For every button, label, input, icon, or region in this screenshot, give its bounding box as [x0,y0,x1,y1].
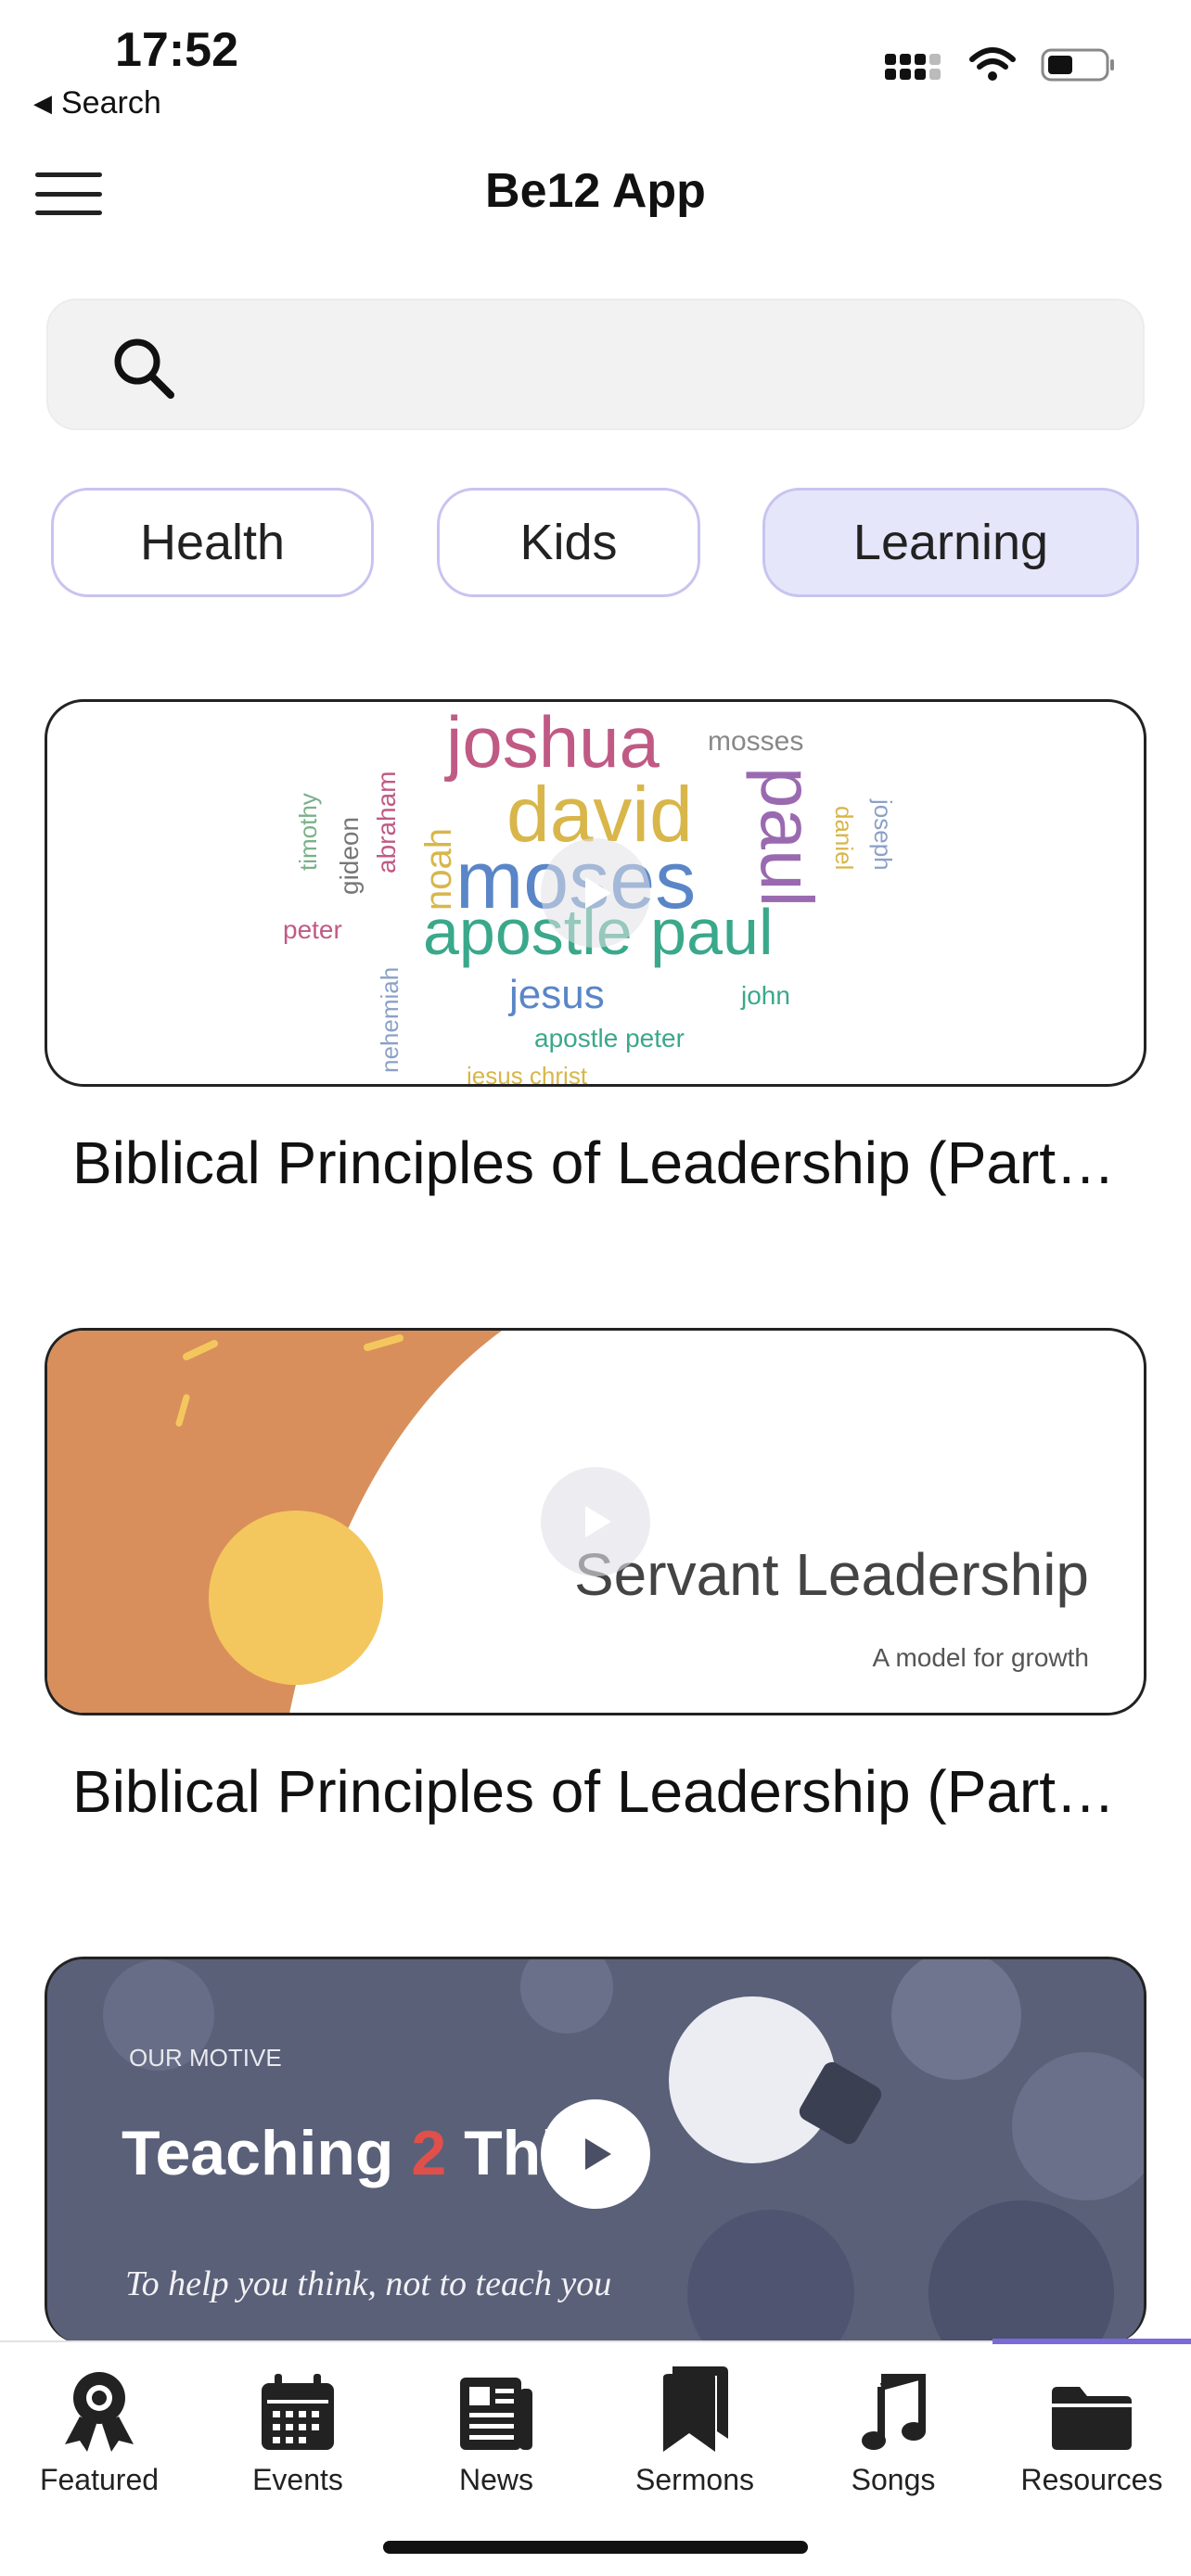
word-cloud-word: jesus christ [466,1062,588,1087]
home-indicator [383,2541,808,2554]
banner-kicker: OUR MOTIVE [129,2044,282,2072]
word-cloud-word: john [740,981,790,1010]
tab-label: Resources [1020,2463,1163,2496]
cellular-signal-icon [885,54,941,80]
word-cloud-word: gideon [335,817,364,895]
calendar-icon [262,2374,334,2450]
active-tab-indicator [992,2339,1191,2344]
folder-icon [1052,2387,1132,2450]
tab-sermons[interactable]: Sermons [596,2352,794,2509]
word-cloud-word: nehemiah [376,967,403,1073]
award-ribbon-icon [65,2372,134,2452]
slide-heading: Servant Leadership [574,1541,1089,1608]
card-title[interactable]: Biblical Principles of Leadership (Part … [72,1749,1121,1842]
word-cloud-word: peter [283,915,342,944]
search-input[interactable] [187,326,1096,404]
filter-chip-health[interactable]: Health [51,488,374,597]
play-button[interactable] [541,2099,650,2209]
video-thumbnail[interactable]: joshua mosses david moses paul timothy g… [45,699,1146,1087]
wifi-icon [969,47,1016,81]
filter-chip-label: Kids [519,515,618,570]
tab-resources[interactable]: Resources [992,2352,1191,2509]
word-cloud-word: abraham [372,771,401,874]
tab-label: Events [252,2463,343,2496]
search-icon [114,338,174,399]
battery-icon [1041,48,1114,82]
tab-events[interactable]: Events [198,2352,397,2509]
word-cloud-word: paul [746,767,828,907]
app-title: Be12 App [485,164,706,218]
tab-songs[interactable]: Songs [794,2352,992,2509]
play-icon [585,1506,611,1537]
card-title[interactable]: Biblical Principles of Leadership (Part … [72,1120,1121,1213]
word-cloud-word: apostle peter [534,1024,685,1052]
banner-heading-number: 2 [411,2118,446,2188]
word-cloud-word: jesus [507,972,605,1017]
back-to-search-link[interactable]: ◀ Search [33,85,161,121]
back-label: Search [61,85,161,121]
tab-news[interactable]: News [397,2352,596,2509]
banner-tagline: To help you think, not to teach you [125,2264,611,2303]
play-button[interactable] [541,838,650,948]
music-note-icon [862,2374,926,2450]
play-icon [585,877,611,909]
filter-chip-learning[interactable]: Learning [762,488,1139,597]
tab-label: Songs [851,2463,936,2496]
word-cloud-word: timothy [294,793,322,871]
back-triangle-icon: ◀ [33,89,52,117]
search-bar[interactable] [46,299,1145,430]
tab-label: Featured [39,2463,160,2496]
word-cloud-word: mosses [708,726,803,757]
play-icon [585,2138,611,2170]
newspaper-icon [460,2378,532,2450]
video-thumbnail[interactable]: Servant Leadership A model for growth [45,1328,1146,1715]
tab-label: News [458,2463,533,2496]
status-time: 17:52 [115,23,238,77]
video-thumbnail[interactable]: OUR MOTIVE Teaching 2 Think To help you … [45,1957,1146,2344]
play-button[interactable] [541,1467,650,1576]
tab-label: Sermons [634,2463,755,2496]
filter-chip-label: Health [139,515,286,570]
filter-chip-label: Learning [852,515,1049,570]
banner-heading-part1: Teaching [122,2118,411,2188]
tab-featured[interactable]: Featured [0,2352,198,2509]
bookmark-icon [663,2366,728,2452]
slide-subheading: A model for growth [873,1643,1089,1672]
status-icons [883,46,1117,83]
word-cloud-word: joseph [869,798,897,871]
filter-chip-kids[interactable]: Kids [437,488,700,597]
word-cloud-word: daniel [830,806,858,870]
